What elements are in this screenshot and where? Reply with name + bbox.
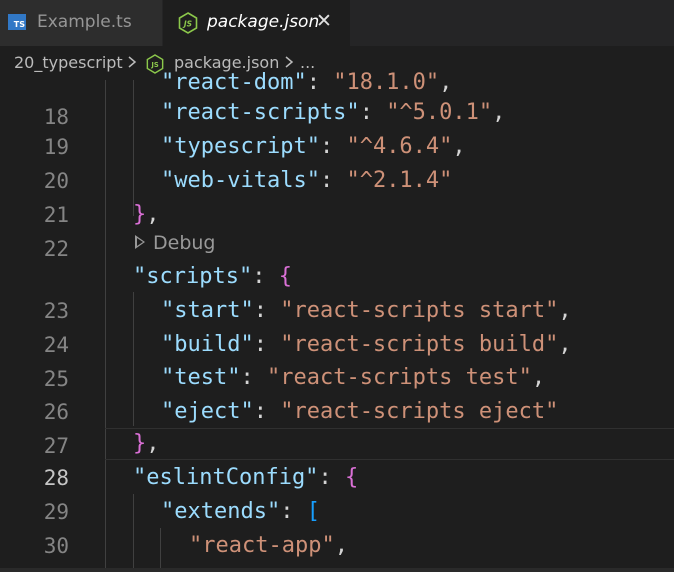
json-key: "test": [161, 365, 241, 390]
code-line: 22 },: [0, 198, 674, 261]
play-icon: [135, 234, 145, 249]
json-brace: }: [133, 431, 147, 456]
json-value: "react-scripts start": [280, 298, 559, 323]
tab-label: package.json: [207, 12, 320, 32]
json-value: "18.1.0": [333, 70, 440, 95]
code-line: 20 "typescript": "^4.6.4",: [0, 130, 674, 193]
code-line: 18 "react-dom": "18.1.0",: [0, 66, 674, 129]
json-key: "scripts": [133, 264, 253, 289]
json-value: "react-app": [189, 533, 335, 558]
vscode-editor-window: TS Example.ts JS package.json ✕ 20_types…: [0, 0, 674, 572]
json-key: "typescript": [161, 134, 320, 159]
debug-codelens[interactable]: Debug: [135, 230, 215, 256]
tab-label: Example.ts: [37, 12, 132, 32]
json-key: "eslintConfig": [133, 465, 319, 490]
tab-package-json[interactable]: JS package.json ✕: [163, 0, 350, 46]
json-value: "^5.0.1": [386, 100, 493, 125]
json-value: "react-scripts build": [280, 332, 559, 357]
json-brace: }: [133, 202, 147, 227]
json-key: "extends": [161, 499, 281, 524]
code-line: 29 "eslintConfig": {: [0, 461, 674, 524]
node-js-file-icon: JS: [178, 12, 198, 39]
code-line: 27 "eject": "react-scripts eject": [0, 395, 674, 458]
code-line: 24 "start": "react-scripts start",: [0, 294, 674, 357]
code-line: 31 "react-app",: [0, 529, 674, 572]
code-editor[interactable]: 18 "react-dom": "18.1.0", 19 "react-scri…: [0, 70, 674, 572]
horizontal-scrollbar[interactable]: [0, 568, 674, 572]
json-key: "react-scripts": [161, 100, 360, 125]
json-key: "eject": [161, 399, 254, 424]
json-value: "^4.6.4": [346, 134, 453, 159]
tab-bar: TS Example.ts JS package.json ✕: [0, 0, 674, 46]
code-line-current: 28 },: [0, 427, 674, 490]
close-icon[interactable]: ✕: [316, 10, 332, 32]
json-value: "^2.1.4": [346, 168, 453, 193]
code-line: 21 "web-vitals": "^2.1.4": [0, 164, 674, 227]
code-line: 23 "scripts": {: [0, 260, 674, 323]
json-key: "web-vitals": [161, 168, 320, 193]
typescript-file-icon: TS: [8, 14, 26, 30]
json-value: "react-scripts test": [266, 365, 532, 390]
code-line: 19 "react-scripts": "^5.0.1",: [0, 96, 674, 159]
json-key: "start": [161, 298, 254, 323]
code-line: 25 "build": "react-scripts build",: [0, 328, 674, 391]
code-line: 26 "test": "react-scripts test",: [0, 361, 674, 424]
codelens-label: Debug: [153, 232, 216, 254]
json-key: "react-dom": [161, 70, 307, 95]
json-value: "react-scripts eject": [280, 399, 559, 424]
code-line: 30 "extends": [: [0, 495, 674, 558]
json-key: "build": [161, 332, 254, 357]
svg-text:JS: JS: [182, 20, 192, 29]
tab-example-ts[interactable]: TS Example.ts: [0, 0, 163, 46]
